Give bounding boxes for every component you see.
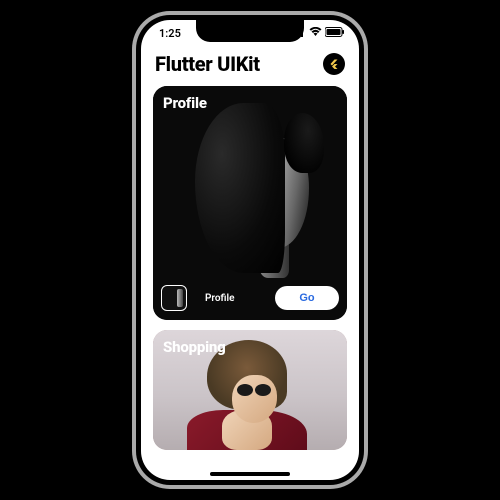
phone-bezel: 1:25 Flutter UIKit: [136, 15, 364, 485]
page-title: Flutter UIKit: [155, 52, 260, 76]
profile-thumbnail-icon: [161, 285, 187, 311]
phone-frame: 1:25 Flutter UIKit: [132, 11, 368, 489]
card-heading: Profile: [163, 94, 207, 112]
notch: [196, 20, 304, 42]
card-footer: Profile Go: [161, 284, 339, 312]
flutter-logo-icon[interactable]: [323, 53, 345, 75]
card-shopping[interactable]: Shopping: [153, 330, 347, 450]
card-heading: Shopping: [163, 338, 226, 356]
wifi-icon: [309, 27, 322, 40]
go-button[interactable]: Go: [275, 286, 339, 310]
app-header: Flutter UIKit: [141, 42, 359, 84]
card-footer-label: Profile: [195, 293, 267, 304]
status-time: 1:25: [159, 27, 181, 40]
home-indicator[interactable]: [210, 472, 290, 476]
card-list[interactable]: Profile Profile Go: [141, 84, 359, 450]
card-profile[interactable]: Profile Profile Go: [153, 86, 347, 320]
screen: 1:25 Flutter UIKit: [141, 20, 359, 480]
battery-icon: [325, 27, 345, 40]
